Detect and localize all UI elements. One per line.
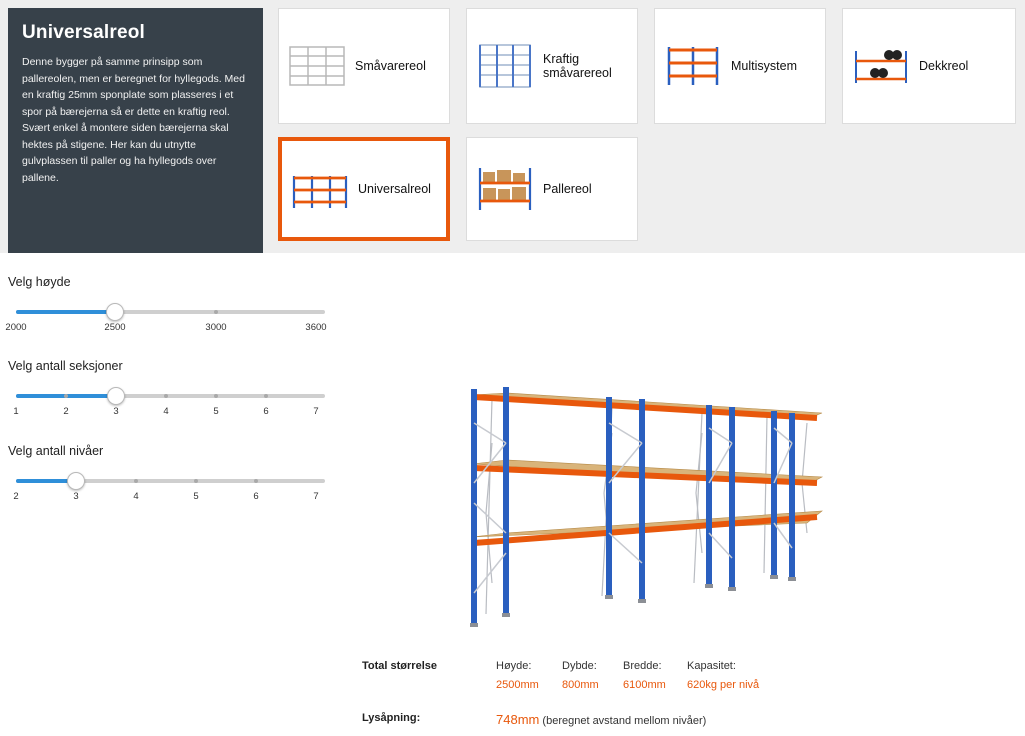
rack-type-label: Universalreol: [358, 182, 431, 196]
total-size-label: Total størrelse: [362, 660, 437, 672]
height-slider-group: Velg høyde 2000 2500 3000 3600: [5, 275, 338, 335]
height-spec-value: 2500mm: [496, 679, 539, 691]
slider-tick: [214, 310, 218, 314]
sections-slider-label: Velg antall seksjoner: [8, 359, 123, 373]
height-slider-thumb[interactable]: [106, 303, 124, 321]
multisystem-rack-icon: [667, 47, 719, 85]
slider-tick: [214, 394, 218, 398]
width-spec-value: 6100mm: [623, 679, 666, 691]
rack-type-label: Multisystem: [731, 59, 797, 73]
slider-tick-label: 7: [313, 491, 319, 502]
description-title: Universalreol: [22, 22, 145, 43]
light-shelving-icon: [289, 46, 345, 86]
depth-spec-label: Dybde:: [562, 660, 597, 672]
height-slider-label: Velg høyde: [8, 275, 71, 289]
slider-tick-label: 3000: [205, 322, 227, 333]
sections-slider-group: Velg antall seksjoner 1 2 3 4 5 6 7: [8, 359, 338, 419]
slider-tick-label: 3: [73, 491, 79, 502]
description-panel: Universalreol Denne bygger på samme prin…: [8, 8, 263, 253]
slider-tick-label: 7: [313, 406, 319, 417]
rack-type-card-kraftig-smavarereol[interactable]: Kraftig småvarereol: [466, 8, 638, 124]
slider-tick-label: 2000: [5, 322, 27, 333]
slider-tick: [164, 394, 168, 398]
slider-tick-label: 3: [113, 406, 119, 417]
rack-type-card-smavarereol[interactable]: Småvarereol: [278, 8, 450, 124]
slider-tick: [254, 479, 258, 483]
clearance-value: 748mm: [496, 712, 540, 727]
rack-type-label: Pallereol: [543, 182, 592, 196]
rack-type-label: Kraftig småvarereol: [543, 52, 612, 80]
slider-tick: [264, 394, 268, 398]
slider-tick-label: 6: [263, 406, 269, 417]
capacity-spec-label: Kapasitet:: [687, 660, 736, 672]
tire-rack-icon: [855, 50, 907, 83]
heavy-shelving-icon: [479, 44, 531, 88]
slider-tick-label: 5: [193, 491, 199, 502]
rack-type-label: Dekkreol: [919, 59, 969, 73]
clearance-note: (beregnet avstand mellom nivåer): [542, 715, 707, 727]
width-spec-label: Bredde:: [623, 660, 662, 672]
slider-tick-label: 2: [63, 406, 69, 417]
slider-tick-label: 4: [163, 406, 169, 417]
slider-tick-label: 4: [133, 491, 139, 502]
levels-slider-group: Velg antall nivåer 2 3 4 5 6 7: [8, 444, 338, 504]
slider-tick-label: 2500: [104, 322, 126, 333]
depth-spec-value: 800mm: [562, 679, 599, 691]
rack-type-label: Småvarereol: [355, 59, 426, 73]
rack-type-card-dekkreol[interactable]: Dekkreol: [842, 8, 1016, 124]
slider-tick: [64, 394, 68, 398]
universal-rack-icon: [292, 176, 348, 208]
slider-tick-label: 6: [253, 491, 259, 502]
capacity-spec-value: 620kg per nivå: [687, 679, 760, 691]
sections-slider[interactable]: [16, 387, 325, 405]
pallet-rack-icon: [478, 168, 532, 210]
slider-tick-label: 5: [213, 406, 219, 417]
clearance-row: 748mm (beregnet avstand mellom nivåer): [496, 712, 706, 727]
levels-slider[interactable]: [16, 472, 325, 490]
levels-slider-thumb[interactable]: [67, 472, 85, 490]
height-slider[interactable]: [16, 303, 325, 321]
slider-tick-label: 2: [13, 491, 19, 502]
rack-type-card-multisystem[interactable]: Multisystem: [654, 8, 826, 124]
height-slider-fill: [16, 310, 115, 314]
slider-tick: [194, 479, 198, 483]
rack-preview-image: [470, 387, 824, 627]
slider-tick: [134, 479, 138, 483]
slider-tick-label: 1: [13, 406, 19, 417]
slider-tick-label: 3600: [305, 322, 327, 333]
rack-type-card-universalreol[interactable]: Universalreol: [278, 137, 450, 241]
rack-type-card-pallereol[interactable]: Pallereol: [466, 137, 638, 241]
description-text: Denne bygger på samme prinsipp som palle…: [22, 56, 245, 184]
levels-slider-label: Velg antall nivåer: [8, 444, 104, 458]
height-spec-label: Høyde:: [496, 660, 532, 672]
sections-slider-thumb[interactable]: [107, 387, 125, 405]
clearance-label: Lysåpning:: [362, 712, 421, 724]
